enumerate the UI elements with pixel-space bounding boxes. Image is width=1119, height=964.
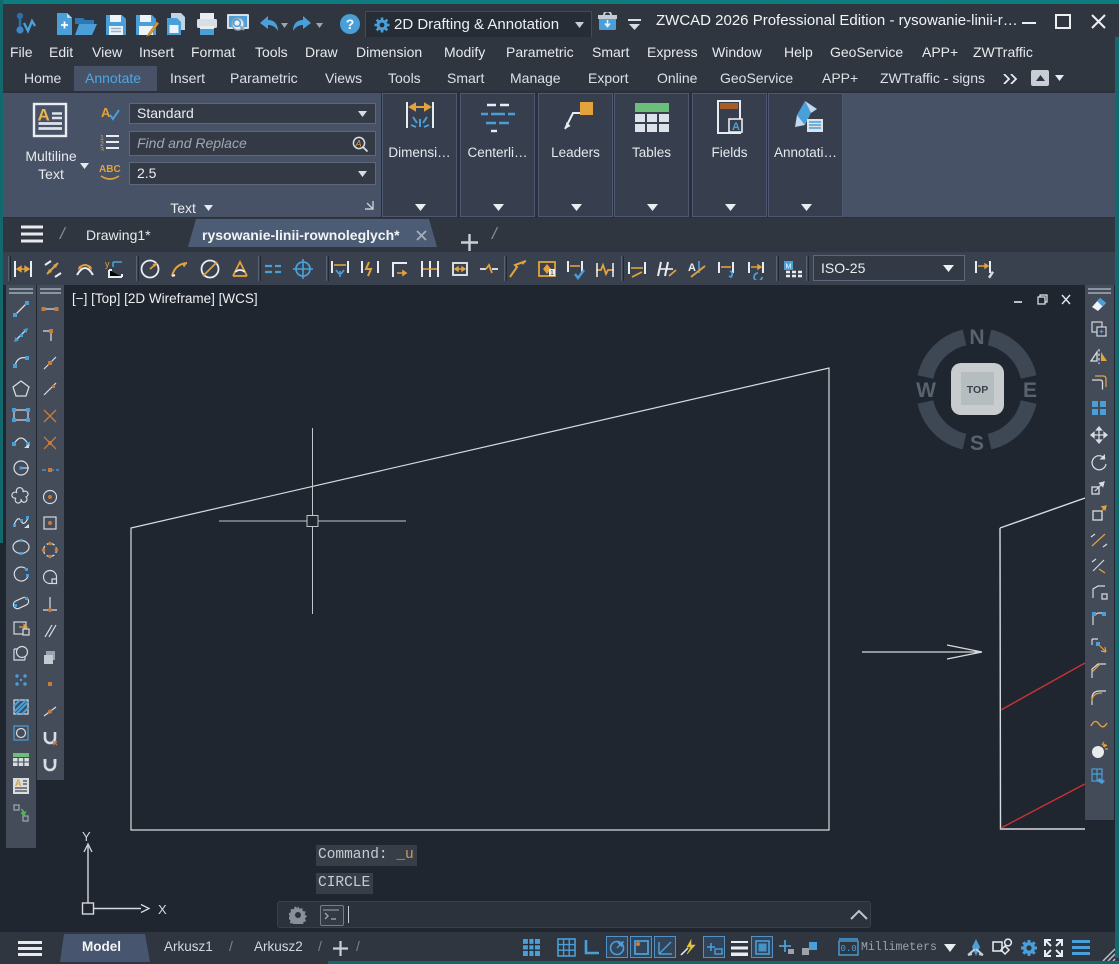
svg-text:E: E	[1023, 379, 1037, 402]
svg-text:W: W	[916, 379, 936, 402]
svg-text:y: y	[105, 259, 110, 269]
svg-text:A: A	[732, 121, 740, 133]
svg-text:A: A	[688, 262, 696, 274]
svg-text:S: S	[970, 432, 984, 455]
svg-text:TOP: TOP	[967, 384, 988, 396]
svg-text:N: N	[969, 326, 984, 349]
svg-text:A: A	[101, 105, 111, 120]
svg-text:Y: Y	[82, 829, 91, 844]
svg-text:X: X	[158, 902, 167, 917]
svg-text:3: 3	[100, 147, 104, 151]
svg-text:A: A	[38, 106, 50, 125]
svg-text:A: A	[15, 778, 22, 788]
svg-text:M: M	[786, 264, 792, 271]
svg-text:ABC: ABC	[99, 164, 121, 175]
svg-text:0.0: 0.0	[841, 944, 857, 954]
svg-text:A: A	[355, 139, 362, 149]
svg-text:1: 1	[550, 270, 554, 277]
svg-text:?: ?	[346, 16, 355, 32]
